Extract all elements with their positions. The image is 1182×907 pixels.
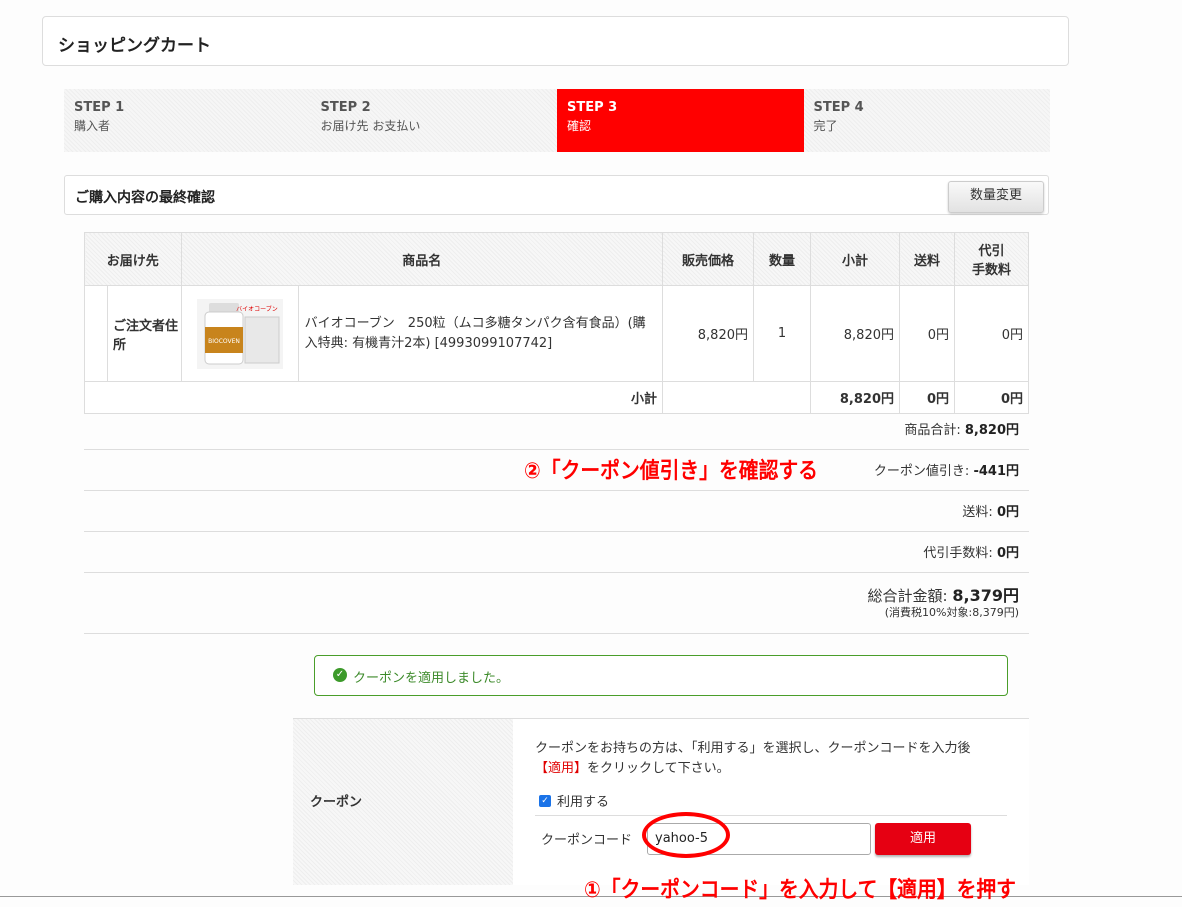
annotation-enter-code: ①「クーポンコード」を入力して【適用】を押す [584,878,1016,903]
items-total-line: 商品合計: 8,820円 [84,409,1029,450]
use-coupon-label: 利用する [557,795,610,810]
step-number: STEP 4 [813,100,864,115]
row-product-name: バイオコーブン 250粒（ムコ多糖タンパク含有食品）(購入特典: 有機青汁2本)… [297,285,664,382]
step-label: 完了 [813,119,838,133]
coupon-form: クーポンをお持ちの方は、「利用する」を選択し、クーポンコードを入力後 【適用】を… [513,718,1029,885]
col-header-cod-line2: 手数料 [971,263,1011,278]
success-alert: ✓ クーポンを適用しました。 [314,655,1008,696]
items-total-value: 8,820円 [964,423,1019,438]
col-header-qty: 数量 [753,232,811,286]
row-subtotal: 8,820円 [810,285,900,382]
step-1: STEP 1 購入者 [64,89,311,152]
product-image-text: BIOCOVEN [208,338,240,345]
shipping-value: 0円 [996,505,1019,520]
confirm-header: ご購入内容の最終確認 数量変更 [64,175,1049,215]
confirm-heading: ご購入内容の最終確認 [75,190,215,206]
grand-total-line: 総合計金額: 8,379円 (消費税10%対象:8,379円) [84,573,1029,634]
row-qty: 1 [753,285,811,382]
step-progress: STEP 1 購入者 STEP 2 お届け先 お支払い STEP 3 確認 ST… [64,89,1050,152]
divider [535,815,1007,816]
row-cod: 0円 [954,285,1029,382]
coupon-desc-prefix: クーポンをお持ちの方は、「利用する」を選択し、クーポンコードを入力後 [535,741,971,756]
shipping-label: 送料: [962,505,993,520]
grand-total-value: 8,379円 [952,586,1019,605]
row-dest: ご注文者住所 [107,285,182,382]
items-total-label: 商品合計: [904,423,961,438]
cod-label: 代引手数料: [923,546,993,561]
step-number: STEP 3 [567,100,618,115]
product-image-label: バイオコーブン [236,305,278,313]
product-image-cell: BIOCOVEN バイオコーブン [180,285,299,382]
coupon-label-cell: クーポン [293,718,513,885]
step-4: STEP 4 完了 [803,89,1050,152]
product-image: BIOCOVEN バイオコーブン [196,298,283,369]
tax-note: (消費税10%対象:8,379円) [884,606,1019,619]
col-header-cod: 代引 手数料 [954,232,1029,286]
step-number: STEP 1 [74,100,125,115]
apply-coupon-button[interactable]: 適用 [875,823,971,855]
check-circle-icon: ✓ [333,668,347,682]
success-message: クーポンを適用しました。 [353,671,510,686]
page-title-box: ショッピングカート [42,16,1069,66]
table-row: ご注文者住所 BIOCOVEN バイオコーブン バイオコーブン 250粒（ムコ多… [84,285,1029,382]
col-header-product: 商品名 [180,232,664,286]
coupon-desc-apply: 【適用】 [535,761,588,776]
step-3: STEP 3 確認 [557,89,804,152]
checkbox-checked-icon[interactable]: ✓ [539,794,551,807]
col-header-cod-line1: 代引 [978,244,1005,259]
cod-line: 代引手数料: 0円 [84,532,1029,573]
step-label: お届け先 お支払い [320,119,421,133]
col-header-subtotal: 小計 [810,232,900,286]
col-header-dest: お届け先 [84,232,182,286]
col-header-price: 販売価格 [662,232,754,286]
grand-total-label: 総合計金額: [867,587,948,605]
step-2: STEP 2 お届け先 お支払い [310,89,557,152]
use-coupon-checkbox[interactable]: ✓ 利用する [539,791,609,810]
step-label: 購入者 [74,119,111,133]
row-price: 8,820円 [662,285,754,382]
shipping-line: 送料: 0円 [84,491,1029,532]
page-title: ショッピングカート [58,36,211,56]
coupon-desc-suffix: をクリックして下さい。 [587,761,730,776]
coupon-code-label: クーポンコード [541,833,633,848]
change-quantity-button[interactable]: 数量変更 [948,181,1044,213]
cod-value: 0円 [996,546,1019,561]
cart-table: お届け先 商品名 販売価格 数量 小計 送料 代引 手数料 ご注文者住所 BIO… [84,232,1029,414]
coupon-label: クーポン [310,795,363,810]
annotation-check-discount: ②「クーポン値引き」を確認する [524,459,818,484]
step-label: 確認 [567,119,592,133]
row-shipping: 0円 [899,285,955,382]
step-number: STEP 2 [320,100,371,115]
annotation-circle [642,812,730,858]
coupon-discount-value: -441円 [973,464,1019,479]
coupon-description: クーポンをお持ちの方は、「利用する」を選択し、クーポンコードを入力後 【適用】を… [535,739,1015,779]
row-spacer [84,285,108,382]
col-header-shipping: 送料 [899,232,955,286]
coupon-discount-label: クーポン値引き: [873,464,970,479]
